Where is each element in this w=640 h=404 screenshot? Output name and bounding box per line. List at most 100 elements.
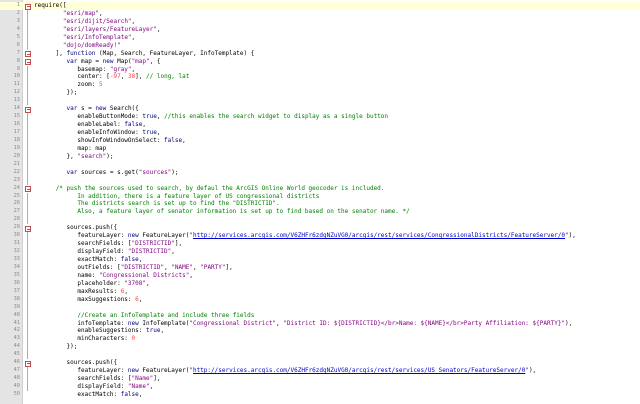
code-token: "Name"	[127, 383, 150, 390]
fold-guide	[27, 9, 29, 18]
code-line[interactable]: 23	[0, 176, 640, 185]
code-line[interactable]: 31 searchFields: ["DISTRICTID"],	[0, 240, 640, 249]
code-token: In addition, there is a feature layer of…	[34, 192, 320, 200]
line-number: 18	[13, 136, 20, 143]
code-line[interactable]: 20 }, "search");	[0, 152, 640, 161]
code-line[interactable]: 25 In addition, there is a feature layer…	[0, 192, 640, 201]
fold-toggle-icon[interactable]	[25, 360, 31, 367]
url-link[interactable]: http://services.arcgis.com/V6ZHFr6zdgNZu…	[193, 232, 565, 239]
code-line[interactable]: 8 var map = new Map("map", {	[0, 58, 640, 66]
fold-guide	[27, 327, 29, 336]
code-line[interactable]: 3 "esri/dijit/Search",	[0, 17, 640, 26]
fold-toggle-icon[interactable]	[25, 106, 31, 113]
fold-toggle-icon[interactable]	[25, 59, 31, 66]
code-line[interactable]: 41 infoTemplate: new InfoTemplate("Congr…	[0, 319, 640, 328]
code-token: "esri/dijit/Search"	[62, 17, 132, 25]
code-line[interactable]: 27 Also, a feature layer of senator info…	[0, 208, 640, 217]
code-token: "PARTY"	[200, 263, 226, 271]
code-line[interactable]: 5 "esri/InfoTemplate",	[0, 33, 640, 42]
code-token: "DISTRICTID"	[131, 240, 175, 248]
code-text: sources.push({	[34, 359, 118, 367]
fold-guide	[27, 41, 29, 50]
fold-guide	[27, 89, 29, 98]
code-line[interactable]: 10 center: [-97, 38], // long, lat	[0, 73, 640, 82]
url-link[interactable]: http://services.arcgis.com/V6ZHFr6zdgNZu…	[193, 367, 525, 374]
code-line[interactable]: 12 });	[0, 89, 640, 98]
code-line[interactable]: 46 sources.push({	[0, 359, 640, 367]
fold-guide	[27, 232, 29, 241]
code-line[interactable]: 29 sources.push({	[0, 224, 640, 232]
code-token: // long, lat	[146, 73, 190, 81]
code-line[interactable]: 44 });	[0, 343, 640, 352]
code-text: });	[34, 89, 78, 97]
code-line[interactable]: 45	[0, 351, 640, 360]
code-line[interactable]: 42 enableSuggestions: true,	[0, 327, 640, 336]
code-line[interactable]: 43 minCharacters: 0	[0, 335, 640, 344]
code-token: searchFields: [	[34, 240, 132, 248]
code-line[interactable]: 17 enableInfoWindow: true,	[0, 129, 640, 137]
code-token: new	[95, 105, 107, 113]
code-line[interactable]: 48 searchFields: ["Name"],	[0, 375, 640, 383]
code-line[interactable]: 37 maxResults: 6,	[0, 287, 640, 296]
code-token: ,	[138, 256, 143, 263]
code-text: exactMatch: false,	[34, 256, 142, 264]
code-line[interactable]: 24 /* push the sources used to search, b…	[0, 185, 640, 193]
code-token: searchFields: [	[34, 375, 132, 383]
code-line[interactable]: 13	[0, 97, 640, 106]
fold-guide	[27, 279, 29, 288]
code-token: outFields: [	[34, 263, 121, 271]
code-token: exactMatch:	[34, 390, 121, 398]
fold-guide	[27, 81, 29, 90]
line-number: 3	[16, 17, 20, 24]
fold-toggle-icon[interactable]	[25, 51, 31, 58]
fold-toggle-icon[interactable]	[25, 3, 31, 10]
fold-toggle-icon[interactable]	[25, 186, 31, 193]
code-line[interactable]: 38 maxSuggestions: 6,	[0, 295, 640, 304]
code-line[interactable]: 39	[0, 303, 640, 312]
code-line[interactable]: 49 displayField: "Name",	[0, 383, 640, 391]
code-line[interactable]: 32 displayField: "DISTRICTID",	[0, 248, 640, 256]
code-lines[interactable]: 1 require([2 "esri/map", 3 "esri/dijit/Sea…	[0, 2, 640, 399]
code-token: "gray"	[109, 65, 132, 73]
code-line[interactable]: 2 "esri/map",	[0, 9, 640, 18]
code-text: exactMatch: false,	[34, 391, 142, 399]
code-line[interactable]: 7 ], function (Map, Search, FeatureLayer…	[0, 50, 640, 58]
code-line[interactable]: 50 exactMatch: false,	[0, 391, 640, 399]
code-line[interactable]: 28	[0, 216, 640, 225]
code-line[interactable]: 11 zoom: 5	[0, 81, 640, 90]
code-text: });	[34, 343, 78, 351]
fold-guide	[27, 256, 29, 264]
code-line[interactable]: 26 The districts search is set up to fin…	[0, 200, 640, 209]
code-line[interactable]: 14 var s = new Search({	[0, 105, 640, 113]
code-line[interactable]: 40 //Create an InfoTemplate and include …	[0, 311, 640, 320]
fold-toggle-icon[interactable]	[25, 225, 31, 232]
code-line[interactable]: 18 showInfoWindowOnSelect: false,	[0, 136, 640, 145]
code-line[interactable]: 30 featureLayer: new FeatureLayer("http:…	[0, 232, 640, 241]
code-token: "Congressional District"	[189, 319, 277, 327]
code-line[interactable]: 6 "dojo/domReady!"	[0, 41, 640, 50]
code-token: "NAME"	[171, 263, 193, 271]
code-token: InfoTemplate(	[138, 319, 190, 327]
line-number: 25	[13, 192, 20, 199]
code-line[interactable]: 15 enableButtonMode: true, //this enable…	[0, 113, 640, 122]
code-line[interactable]: 35 name: "Congressional Districts",	[0, 271, 640, 280]
code-editor[interactable]: 1 require([2 "esri/map", 3 "esri/dijit/Sea…	[0, 0, 640, 404]
code-line[interactable]: 47 featureLayer: new FeatureLayer("http:…	[0, 367, 640, 376]
fold-guide	[27, 97, 29, 106]
code-token: /* push the sources used to search, by d…	[55, 184, 385, 192]
line-number: 35	[13, 271, 20, 278]
code-line[interactable]: 1 require([	[0, 2, 640, 10]
code-token: });	[34, 343, 78, 351]
code-line[interactable]: 4 "esri/layers/FeatureLayer",	[0, 25, 640, 34]
code-line[interactable]: 19 map: map	[0, 144, 640, 153]
code-line[interactable]: 22 var sources = s.get("sources");	[0, 168, 640, 177]
code-line[interactable]: 16 enableLabel: false,	[0, 121, 640, 129]
code-line[interactable]: 33 exactMatch: false,	[0, 256, 640, 264]
code-line[interactable]: 36 placeholder: "3708",	[0, 279, 640, 288]
code-line[interactable]: 21	[0, 160, 640, 169]
code-line[interactable]: 34 outFields: ["DISTRICTID", "NAME", "PA…	[0, 263, 640, 272]
code-token: ),	[528, 367, 537, 375]
code-line[interactable]: 9 basemap: "gray",	[0, 65, 640, 74]
